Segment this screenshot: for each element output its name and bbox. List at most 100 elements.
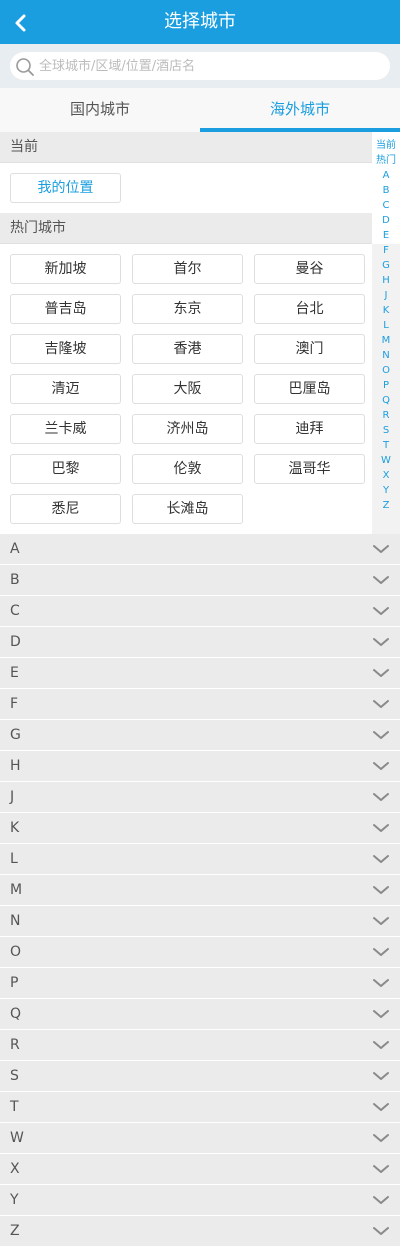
letter-group-row[interactable]: Z <box>0 1216 400 1247</box>
hot-city-button[interactable]: 香港 <box>132 334 243 364</box>
index-item[interactable]: R <box>372 408 400 423</box>
search-box[interactable] <box>10 52 390 80</box>
index-item[interactable]: C <box>372 198 400 213</box>
index-item[interactable]: D <box>372 213 400 228</box>
letter-group-row[interactable]: H <box>0 751 400 782</box>
hot-city-button[interactable]: 兰卡威 <box>10 414 121 444</box>
chevron-down-icon <box>373 638 389 646</box>
letter-group-label: O <box>10 944 22 960</box>
index-item[interactable]: Z <box>372 498 400 513</box>
letter-group-row[interactable]: O <box>0 937 400 968</box>
index-item[interactable]: X <box>372 468 400 483</box>
search-input[interactable] <box>39 52 379 80</box>
chevron-down-icon <box>373 886 389 894</box>
hot-city-button[interactable]: 曼谷 <box>254 254 365 284</box>
letter-group-row[interactable]: D <box>0 627 400 658</box>
letter-group-label: D <box>10 634 21 650</box>
chevron-down-icon <box>373 1165 389 1173</box>
letter-group-row[interactable]: R <box>0 1030 400 1061</box>
letter-group-label: M <box>10 882 23 898</box>
index-item[interactable]: B <box>372 183 400 198</box>
hot-city-button[interactable]: 悉尼 <box>10 494 121 524</box>
hot-city-button[interactable]: 新加坡 <box>10 254 121 284</box>
tab-overseas-cities[interactable]: 海外城市 <box>200 88 400 132</box>
letter-group-label: T <box>10 1099 19 1115</box>
chevron-down-icon <box>373 793 389 801</box>
index-item[interactable]: N <box>372 348 400 363</box>
hot-city-button[interactable]: 普吉岛 <box>10 294 121 324</box>
hot-city-button[interactable]: 东京 <box>132 294 243 324</box>
index-item[interactable]: A <box>372 168 400 183</box>
letter-group-row[interactable]: S <box>0 1061 400 1092</box>
chevron-down-icon <box>373 1227 389 1235</box>
hot-city-button[interactable]: 巴厘岛 <box>254 374 365 404</box>
index-item[interactable]: G <box>372 258 400 273</box>
hot-city-button[interactable]: 温哥华 <box>254 454 365 484</box>
letter-group-label: Z <box>10 1223 20 1239</box>
letter-group-row[interactable]: M <box>0 875 400 906</box>
hot-city-button[interactable]: 长滩岛 <box>132 494 243 524</box>
letter-group-row[interactable]: N <box>0 906 400 937</box>
letter-group-label: H <box>10 758 21 774</box>
index-item[interactable]: 当前 <box>372 138 400 153</box>
letter-group-label: C <box>10 603 20 619</box>
chevron-down-icon <box>373 1196 389 1204</box>
letter-group-row[interactable]: G <box>0 720 400 751</box>
chevron-down-icon <box>373 731 389 739</box>
letter-group-label: E <box>10 665 19 681</box>
index-item[interactable]: H <box>372 273 400 288</box>
index-item[interactable]: J <box>372 288 400 303</box>
chevron-down-icon <box>373 917 389 925</box>
letter-group-row[interactable]: K <box>0 813 400 844</box>
letter-group-row[interactable]: J <box>0 782 400 813</box>
section-hot-cities: 新加坡 首尔 曼谷普吉岛 东京 台北吉隆坡 香港 澳门清迈 大阪 巴厘岛兰卡威 济州岛 迪拜巴黎 伦敦… <box>0 244 372 534</box>
letter-group-row[interactable]: X <box>0 1154 400 1185</box>
chevron-down-icon <box>373 1134 389 1142</box>
index-item[interactable]: S <box>372 423 400 438</box>
letter-group-row[interactable]: P <box>0 968 400 999</box>
hot-city-button[interactable]: 迪拜 <box>254 414 365 444</box>
index-item[interactable]: K <box>372 303 400 318</box>
index-item[interactable]: 热门 <box>372 153 400 168</box>
chevron-down-icon <box>373 545 389 553</box>
hot-city-button[interactable]: 大阪 <box>132 374 243 404</box>
letter-group-row[interactable]: L <box>0 844 400 875</box>
letter-group-row[interactable]: T <box>0 1092 400 1123</box>
alphabet-index-bar[interactable]: 当前 热门 A B C D E F G H J K L M N O P Q R S T W X Y Z <box>372 138 400 513</box>
index-item[interactable]: Y <box>372 483 400 498</box>
search-icon <box>16 58 34 76</box>
letter-group-row[interactable]: W <box>0 1123 400 1154</box>
letter-group-row[interactable]: E <box>0 658 400 689</box>
tab-domestic-cities[interactable]: 国内城市 <box>0 88 200 132</box>
index-item[interactable]: O <box>372 363 400 378</box>
hot-city-button[interactable]: 伦敦 <box>132 454 243 484</box>
letter-group-label: X <box>10 1161 20 1177</box>
letter-group-label: J <box>10 789 15 805</box>
hot-city-button[interactable]: 济州岛 <box>132 414 243 444</box>
index-item[interactable]: P <box>372 378 400 393</box>
letter-group-row[interactable]: Y <box>0 1185 400 1216</box>
my-location-button[interactable]: 我的位置 <box>10 173 121 203</box>
index-item[interactable]: W <box>372 453 400 468</box>
letter-group-row[interactable]: B <box>0 565 400 596</box>
letter-group-row[interactable]: Q <box>0 999 400 1030</box>
hot-city-button[interactable]: 首尔 <box>132 254 243 284</box>
index-item[interactable]: T <box>372 438 400 453</box>
letter-group-row[interactable]: A <box>0 534 400 565</box>
index-item[interactable]: Q <box>372 393 400 408</box>
hot-city-button[interactable]: 澳门 <box>254 334 365 364</box>
hot-city-button[interactable]: 吉隆坡 <box>10 334 121 364</box>
letter-group-row[interactable]: C <box>0 596 400 627</box>
index-item[interactable]: L <box>372 318 400 333</box>
hot-city-button[interactable]: 台北 <box>254 294 365 324</box>
letter-group-label: S <box>10 1068 19 1084</box>
chevron-down-icon <box>373 700 389 708</box>
index-item[interactable]: F <box>372 243 400 258</box>
index-item[interactable]: E <box>372 228 400 243</box>
chevron-down-icon <box>373 1041 389 1049</box>
hot-city-button[interactable]: 巴黎 <box>10 454 121 484</box>
letter-group-row[interactable]: F <box>0 689 400 720</box>
hot-city-button[interactable]: 清迈 <box>10 374 121 404</box>
index-item[interactable]: M <box>372 333 400 348</box>
letter-group-label: N <box>10 913 21 929</box>
